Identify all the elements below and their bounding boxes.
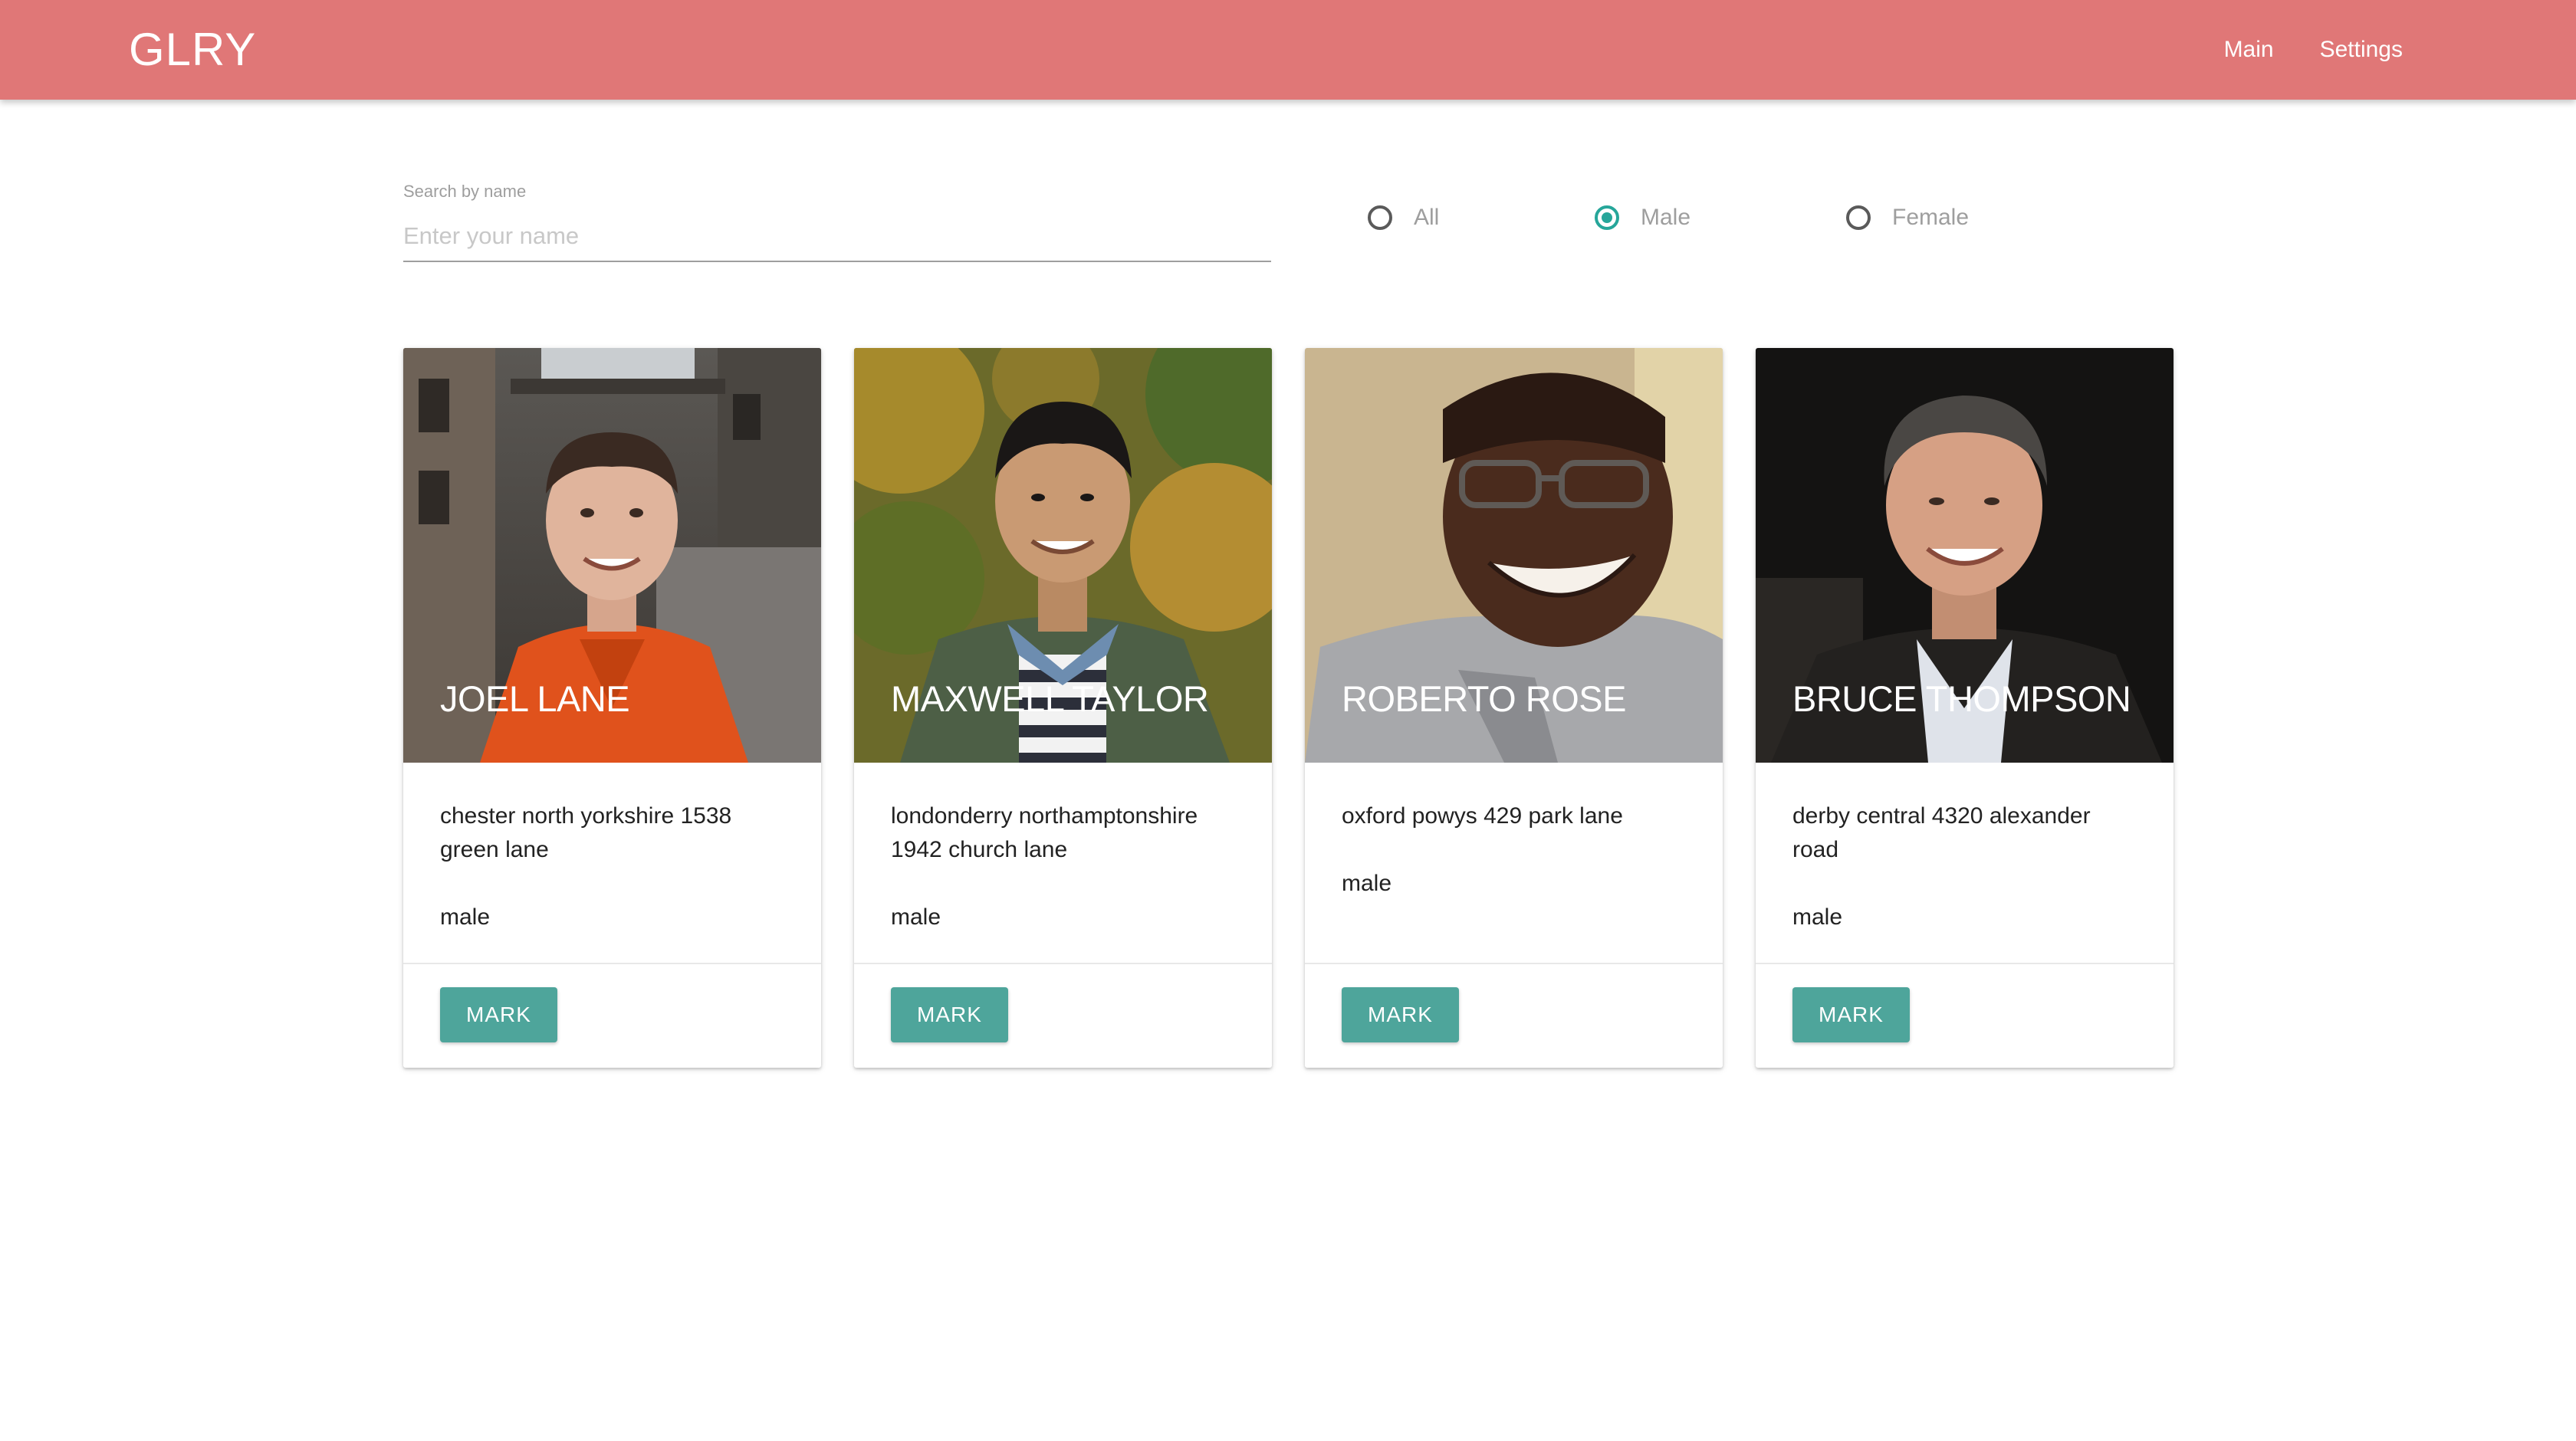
nav-link-main[interactable]: Main <box>2201 0 2297 100</box>
card-content: londonderry northamptonshire 1942 church… <box>854 763 1272 963</box>
radio-female-circle[interactable] <box>1846 205 1871 230</box>
user-address: chester north yorkshire 1538 green lane <box>440 803 732 862</box>
user-gender: male <box>1342 871 1392 896</box>
user-address: derby central 4320 alexander road <box>1792 803 2091 862</box>
mark-button[interactable]: MARK <box>440 987 557 1042</box>
card-action: MARK <box>1305 963 1723 1068</box>
user-photo: ROBERTO ROSE <box>1305 348 1723 763</box>
user-photo: JOEL LANE <box>403 348 821 763</box>
user-card: BRUCE THOMPSON derby central 4320 alexan… <box>1756 348 2174 1068</box>
mark-button[interactable]: MARK <box>1342 987 1459 1042</box>
radio-male[interactable]: Male <box>1595 196 1691 239</box>
card-action: MARK <box>854 963 1272 1068</box>
user-name: JOEL LANE <box>440 678 630 719</box>
user-card: MAXWELL TAYLOR londonderry northamptonsh… <box>854 348 1272 1068</box>
radio-female-label[interactable]: Female <box>1892 205 1969 231</box>
radio-female[interactable]: Female <box>1846 196 1969 239</box>
card-content: oxford powys 429 park lane male <box>1305 763 1723 963</box>
radio-all-label[interactable]: All <box>1414 205 1439 231</box>
user-name: MAXWELL TAYLOR <box>891 678 1209 719</box>
user-card: ROBERTO ROSE oxford powys 429 park lane … <box>1305 348 1723 1068</box>
radio-all-circle[interactable] <box>1368 205 1392 230</box>
card-content: chester north yorkshire 1538 green lane … <box>403 763 821 963</box>
user-address: londonderry northamptonshire 1942 church… <box>891 803 1198 862</box>
radio-male-circle[interactable] <box>1595 205 1619 230</box>
radio-male-label[interactable]: Male <box>1641 205 1691 231</box>
user-card: JOEL LANE chester north yorkshire 1538 g… <box>403 348 821 1068</box>
user-name: BRUCE THOMPSON <box>1792 678 2131 719</box>
nav-links: Main Settings <box>2201 0 2426 100</box>
card-action: MARK <box>1756 963 2174 1068</box>
user-gender: male <box>1792 904 1843 930</box>
user-photo: BRUCE THOMPSON <box>1756 348 2174 763</box>
mark-button[interactable]: MARK <box>1792 987 1910 1042</box>
nav-link-settings[interactable]: Settings <box>2297 0 2426 100</box>
user-gender: male <box>891 904 941 930</box>
user-card-grid: JOEL LANE chester north yorkshire 1538 g… <box>403 348 2174 1068</box>
radio-all[interactable]: All <box>1368 196 1439 239</box>
brand-logo[interactable]: GLRY <box>129 0 256 100</box>
card-action: MARK <box>403 963 821 1068</box>
card-content: derby central 4320 alexander road male <box>1756 763 2174 963</box>
user-name: ROBERTO ROSE <box>1342 678 1626 719</box>
gender-filter: All Male Female <box>0 196 2576 239</box>
user-address: oxford powys 429 park lane <box>1342 803 1623 829</box>
top-navbar: GLRY Main Settings <box>0 0 2576 100</box>
user-photo: MAXWELL TAYLOR <box>854 348 1272 763</box>
user-gender: male <box>440 904 491 930</box>
mark-button[interactable]: MARK <box>891 987 1008 1042</box>
